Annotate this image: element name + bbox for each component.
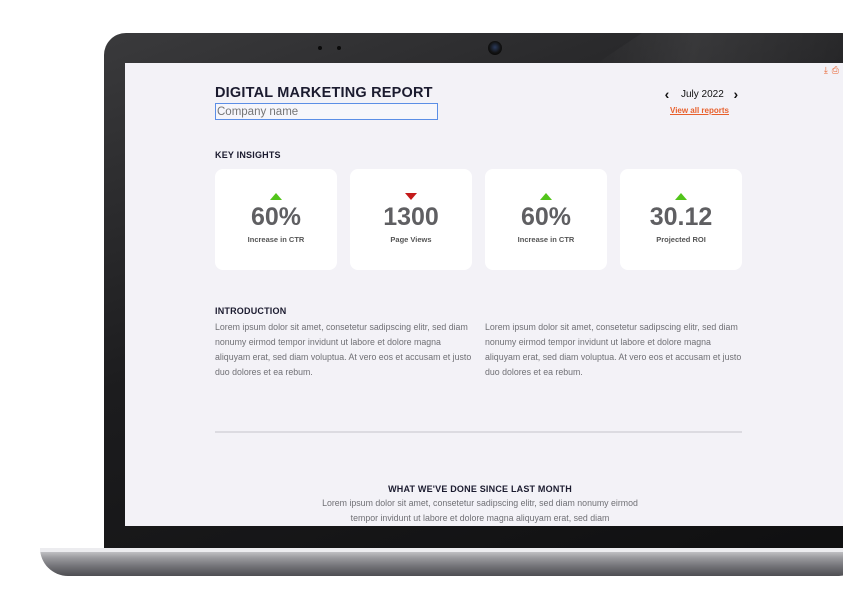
company-name-input[interactable] [215, 103, 438, 120]
trend-down-icon [405, 193, 417, 200]
insight-label: Increase in CTR [517, 235, 575, 244]
chevron-left-icon[interactable]: ‹ [661, 87, 673, 101]
trend-up-icon [675, 193, 687, 200]
page-title: DIGITAL MARKETING REPORT [215, 85, 433, 101]
corner-actions: ⤓ ⎙ [824, 65, 839, 75]
introduction-column-right: Lorem ipsum dolor sit amet, consetetur s… [485, 322, 742, 377]
webcam-icon [488, 41, 502, 55]
sensor-dot [649, 46, 652, 49]
introduction-column-left: Lorem ipsum dolor sit amet, consetetur s… [215, 322, 472, 377]
download-icon[interactable]: ⤓ [824, 65, 828, 75]
insight-value: 60% [520, 203, 572, 231]
introduction-heading: INTRODUCTION [215, 306, 287, 316]
insight-label: Projected ROI [656, 235, 706, 244]
month-label: July 2022 [681, 88, 724, 100]
insight-value: 30.12 [649, 203, 713, 231]
since-last-month-text: Lorem ipsum dolor sit amet, consetetur s… [322, 498, 638, 523]
chevron-right-icon[interactable]: › [730, 87, 742, 101]
sensor-dot [318, 46, 322, 50]
insight-value: 60% [250, 203, 302, 231]
since-last-month-heading: WHAT WE'VE DONE SINCE LAST MONTH [388, 484, 572, 494]
laptop-base [40, 548, 843, 576]
insight-card: 60% Increase in CTR [485, 169, 607, 270]
report-screen: ⤓ ⎙ DIGITAL MARKETING REPORT ‹ July 2022… [125, 63, 843, 526]
month-navigator: ‹ July 2022 › [661, 87, 742, 101]
trend-up-icon [540, 193, 552, 200]
insight-cards: 60% Increase in CTR 1300 Page Views 60% … [215, 169, 742, 270]
section-divider [215, 431, 742, 433]
insight-label: Page Views [390, 235, 432, 244]
insight-label: Increase in CTR [247, 235, 305, 244]
laptop-base-edge [40, 548, 843, 552]
insight-card: 60% Increase in CTR [215, 169, 337, 270]
trend-up-icon [270, 193, 282, 200]
view-all-reports-link[interactable]: View all reports [670, 106, 729, 115]
key-insights-heading: KEY INSIGHTS [215, 150, 281, 160]
insight-card: 1300 Page Views [350, 169, 472, 270]
insight-card: 30.12 Projected ROI [620, 169, 742, 270]
sensor-dot [337, 46, 341, 50]
print-icon[interactable]: ⎙ [832, 65, 839, 75]
insight-value: 1300 [383, 203, 439, 231]
